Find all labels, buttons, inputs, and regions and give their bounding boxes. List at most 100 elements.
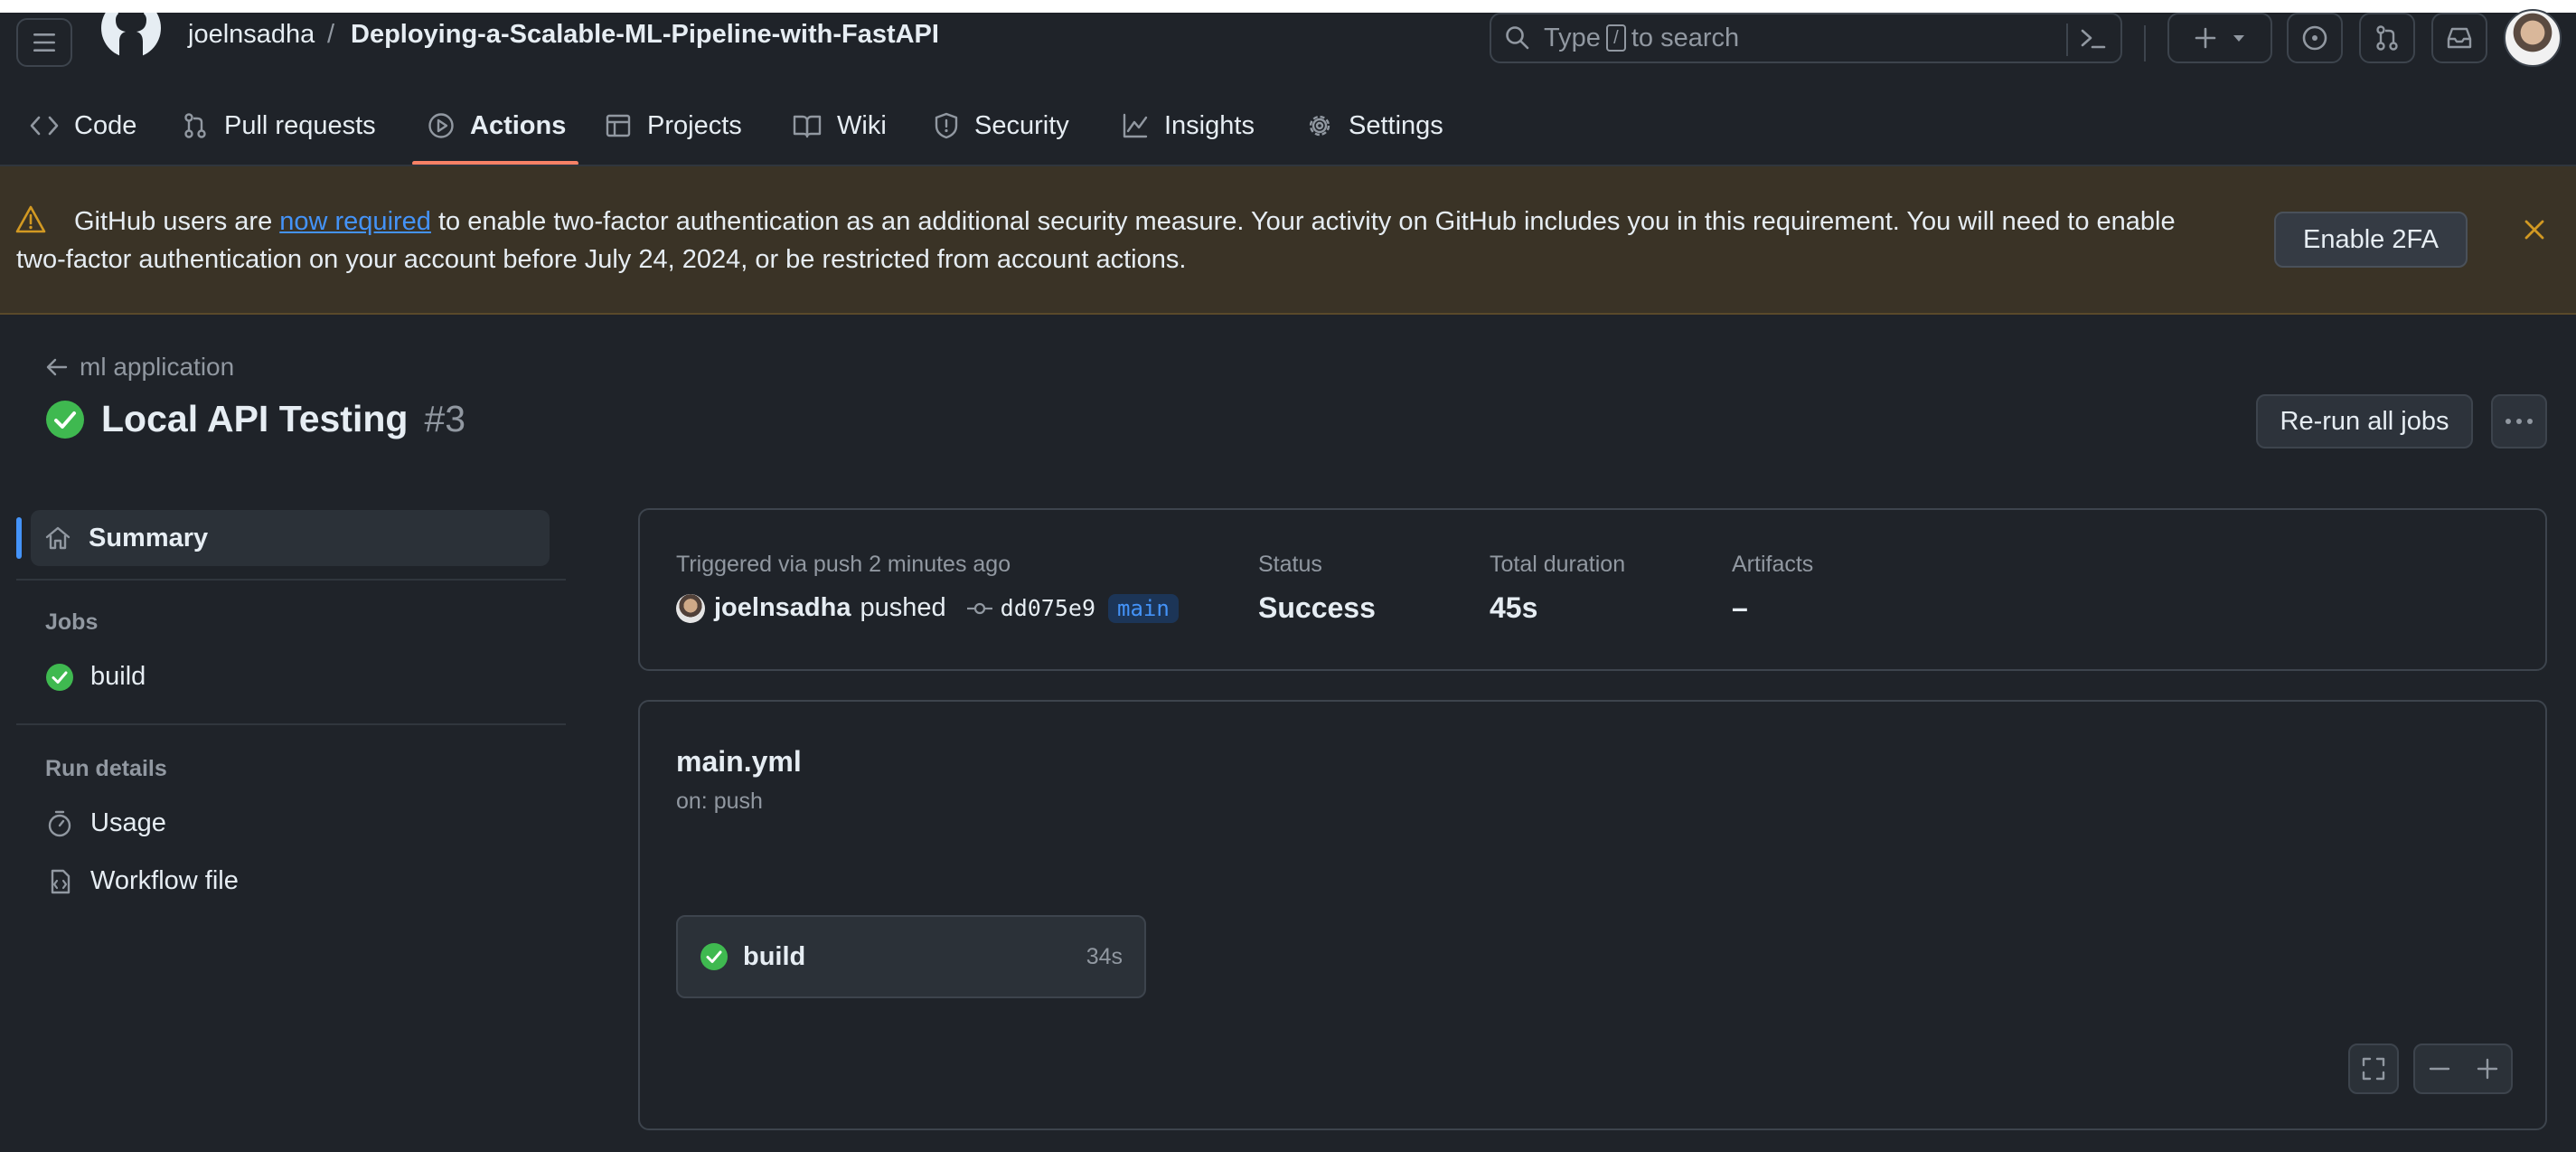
tab-label: Insights: [1164, 110, 1255, 140]
header-divider: [2144, 25, 2146, 61]
status-value: Success: [1258, 591, 1376, 624]
pull-requests-button[interactable]: [2359, 13, 2415, 63]
sidebar-item-label: Usage: [90, 808, 166, 837]
commit-sha-text: dd075e9: [1000, 595, 1096, 621]
tab-label: Code: [74, 110, 137, 140]
enable-2fa-button[interactable]: Enable 2FA: [2274, 212, 2468, 268]
workflow-trigger: on: push: [676, 788, 763, 814]
workflow-graph-card: main.yml on: push build 34s: [638, 700, 2547, 1130]
job-name: build: [743, 941, 806, 971]
menu-button[interactable]: [16, 18, 72, 67]
duration-label: Total duration: [1490, 552, 1626, 577]
shield-icon: [935, 112, 958, 139]
search-placeholder-prefix: Type: [1544, 23, 1601, 52]
search-icon: [1506, 26, 1529, 50]
close-icon[interactable]: [2522, 217, 2547, 242]
command-palette-icon[interactable]: [2079, 25, 2108, 52]
pusher-avatar[interactable]: [676, 593, 705, 623]
artifacts-label: Artifacts: [1732, 552, 1814, 577]
banner-text-before: GitHub users are: [74, 207, 280, 236]
tab-code[interactable]: Code: [29, 103, 136, 148]
status-label: Status: [1258, 552, 1322, 577]
duration-value: 45s: [1490, 591, 1538, 624]
global-header: joelnsadha / Deploying-a-Scalable-ML-Pip…: [0, 9, 2576, 69]
summary-active-indicator: [16, 517, 22, 559]
issues-button[interactable]: [2287, 13, 2343, 63]
run-number: #3: [424, 398, 466, 439]
pull-request-icon: [2376, 25, 2398, 51]
issue-opened-icon: [2302, 25, 2327, 51]
workflow-file-name[interactable]: main.yml: [676, 745, 802, 779]
job-duration: 34s: [1086, 944, 1123, 969]
tab-label: Settings: [1349, 110, 1443, 140]
hamburger-icon: [33, 33, 55, 52]
table-icon: [606, 114, 631, 137]
pusher-info: joelnsadha pushed dd075e9 main: [676, 593, 1179, 623]
sidebar-item-usage[interactable]: Usage: [45, 808, 166, 838]
push-action: pushed: [860, 593, 946, 622]
two-factor-banner: GitHub users are now required to enable …: [0, 166, 2576, 315]
run-details-heading: Run details: [45, 756, 167, 781]
code-icon: [30, 116, 59, 136]
breadcrumb-owner[interactable]: joelnsadha: [188, 20, 315, 50]
sidebar-divider: [16, 723, 566, 725]
caret-down-icon: [2233, 35, 2244, 42]
tab-label: Projects: [647, 110, 742, 140]
user-avatar[interactable]: [2504, 9, 2562, 67]
rerun-all-jobs-button[interactable]: Re-run all jobs: [2256, 394, 2473, 449]
commit-sha[interactable]: dd075e9: [966, 595, 1095, 621]
search-input[interactable]: Type / to search: [1490, 13, 2122, 63]
sidebar-item-summary[interactable]: Summary: [31, 510, 550, 566]
tab-label: Wiki: [837, 110, 887, 140]
window-top-edge: [0, 0, 2576, 13]
zoom-in-icon[interactable]: [2475, 1056, 2500, 1081]
tab-wiki[interactable]: Wiki: [792, 103, 887, 148]
tab-label: Pull requests: [224, 110, 376, 140]
pusher-username[interactable]: joelnsadha: [714, 593, 851, 623]
fullscreen-button[interactable]: [2348, 1043, 2399, 1094]
tab-label: Security: [974, 110, 1069, 140]
zoom-out-icon[interactable]: [2427, 1056, 2452, 1081]
triggered-text: Triggered via push 2 minutes ago: [676, 552, 1011, 577]
check-circle-icon: [46, 663, 73, 691]
kebab-horizontal-icon: [2505, 419, 2533, 424]
arrow-left-icon: [46, 358, 68, 376]
run-title: Local API Testing: [101, 398, 409, 439]
page-title: Local API Testing #3: [45, 398, 465, 440]
breadcrumb-separator: /: [327, 20, 335, 49]
repo-nav: Code Pull requests Actions Projects Wiki…: [0, 90, 2576, 166]
jobs-heading: Jobs: [45, 609, 99, 635]
file-code-icon: [51, 869, 71, 893]
now-required-link[interactable]: now required: [279, 207, 431, 236]
github-logo-icon[interactable]: [99, 13, 163, 63]
sidebar-item-build[interactable]: build: [45, 662, 146, 692]
search-divider: [2066, 24, 2068, 56]
sidebar-divider: [16, 579, 566, 581]
breadcrumb-repo[interactable]: Deploying-a-Scalable-ML-Pipeline-with-Fa…: [351, 20, 939, 50]
tab-actions[interactable]: Actions: [427, 103, 566, 148]
tab-label: Actions: [470, 110, 567, 140]
inbox-button[interactable]: [2431, 13, 2487, 63]
sidebar-item-workflow-file[interactable]: Workflow file: [45, 866, 239, 896]
tab-pull-requests[interactable]: Pull requests: [181, 103, 376, 148]
back-link-label: ml application: [80, 353, 235, 381]
check-circle-icon: [46, 400, 84, 439]
tab-insights[interactable]: Insights: [1121, 103, 1255, 148]
banner-message: GitHub users are now required to enable …: [16, 203, 2222, 279]
pull-request-icon: [184, 113, 206, 138]
back-to-workflow-link[interactable]: ml application: [45, 353, 234, 382]
gear-icon: [1309, 115, 1330, 137]
search-placeholder-suffix: to search: [1631, 23, 1740, 52]
inbox-icon: [2447, 27, 2472, 49]
tab-security[interactable]: Security: [933, 103, 1069, 148]
plus-icon: [2195, 27, 2216, 49]
tab-projects[interactable]: Projects: [604, 103, 742, 148]
graph-icon: [1123, 113, 1148, 138]
sidebar-item-label: Summary: [89, 523, 209, 552]
job-node-build[interactable]: build 34s: [676, 915, 1146, 998]
tab-settings[interactable]: Settings: [1305, 103, 1443, 148]
branch-badge[interactable]: main: [1108, 593, 1179, 623]
create-new-button[interactable]: [2167, 13, 2272, 63]
git-commit-icon: [966, 602, 992, 614]
more-options-button[interactable]: [2491, 394, 2547, 449]
